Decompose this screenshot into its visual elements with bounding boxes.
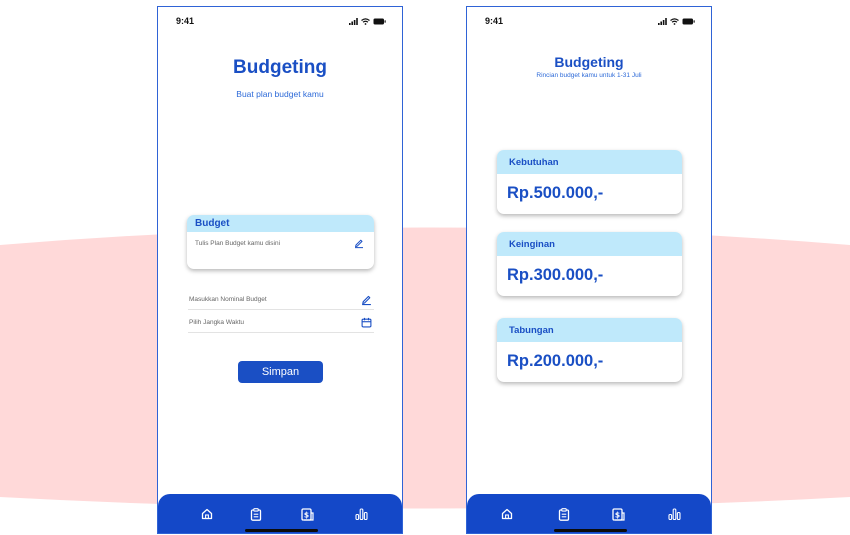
save-button[interactable]: Simpan bbox=[238, 361, 323, 383]
page-title: Budgeting bbox=[233, 57, 327, 78]
calendar-icon[interactable] bbox=[361, 317, 372, 328]
nav-money-button[interactable]: $ bbox=[608, 504, 628, 524]
status-icons bbox=[658, 17, 695, 25]
wifi-icon bbox=[670, 17, 679, 25]
budget-plan-card: Budget Tulis Plan Budget kamu disini bbox=[187, 215, 374, 269]
nav-clipboard-button[interactable] bbox=[554, 504, 574, 524]
budget-plan-input[interactable]: Tulis Plan Budget kamu disini bbox=[187, 232, 374, 249]
home-icon bbox=[501, 508, 513, 520]
bottom-nav: $ bbox=[158, 494, 402, 533]
svg-text:$: $ bbox=[614, 510, 619, 519]
category-label: Tabungan bbox=[497, 318, 682, 342]
time-period-field[interactable]: Pilih Jangka Waktu bbox=[188, 313, 374, 333]
page-title: Budgeting bbox=[554, 54, 624, 70]
category-amount: Rp.200.000,- bbox=[507, 352, 604, 370]
money-icon: $ bbox=[611, 507, 625, 521]
nav-money-button[interactable]: $ bbox=[297, 504, 317, 524]
signal-icon bbox=[658, 17, 667, 25]
phone-screen-budget-summary: 9:41 Budgeting Rincian budget kamu untuk… bbox=[466, 6, 712, 534]
svg-text:$: $ bbox=[303, 510, 308, 519]
chart-icon bbox=[354, 508, 368, 521]
page-subtitle: Buat plan budget kamu bbox=[236, 89, 324, 99]
bottom-nav: $ bbox=[467, 494, 711, 533]
category-amount: Rp.500.000,- bbox=[507, 184, 604, 202]
nav-chart-button[interactable] bbox=[351, 504, 371, 524]
category-amount: Rp.300.000,- bbox=[507, 266, 604, 284]
clipboard-icon bbox=[250, 507, 262, 521]
nominal-budget-placeholder: Masukkan Nominal Budget bbox=[189, 296, 267, 303]
chart-icon bbox=[667, 508, 681, 521]
status-time: 9:41 bbox=[176, 16, 195, 26]
category-card-kebutuhan[interactable]: Kebutuhan Rp.500.000,- bbox=[497, 150, 682, 214]
background-band bbox=[0, 227, 850, 509]
nav-home-button[interactable] bbox=[197, 504, 217, 524]
status-time: 9:41 bbox=[485, 16, 504, 26]
home-indicator bbox=[245, 529, 318, 532]
money-icon: $ bbox=[300, 507, 314, 521]
wifi-icon bbox=[361, 17, 370, 25]
page-subtitle: Rincian budget kamu untuk 1-31 Juli bbox=[536, 72, 642, 79]
battery-icon bbox=[682, 18, 695, 24]
signal-icon bbox=[349, 17, 358, 25]
category-label: Kebutuhan bbox=[497, 150, 682, 174]
home-indicator bbox=[554, 529, 627, 532]
category-card-tabungan[interactable]: Tabungan Rp.200.000,- bbox=[497, 318, 682, 382]
home-icon bbox=[201, 508, 213, 520]
nav-clipboard-button[interactable] bbox=[246, 504, 266, 524]
pencil-icon[interactable] bbox=[354, 238, 364, 249]
nav-home-button[interactable] bbox=[497, 504, 517, 524]
pencil-icon[interactable] bbox=[361, 294, 372, 306]
status-bar: 9:41 bbox=[158, 7, 402, 35]
category-label: Keinginan bbox=[497, 232, 682, 256]
clipboard-icon bbox=[558, 507, 570, 521]
nav-chart-button[interactable] bbox=[664, 504, 684, 524]
nominal-budget-field[interactable]: Masukkan Nominal Budget bbox=[188, 290, 374, 310]
category-card-keinginan[interactable]: Keinginan Rp.300.000,- bbox=[497, 232, 682, 296]
time-period-placeholder: Pilih Jangka Waktu bbox=[189, 319, 245, 326]
budget-plan-placeholder: Tulis Plan Budget kamu disini bbox=[195, 239, 281, 247]
phone-screen-create-budget: 9:41 Budgeting Buat plan budget kamu Bud… bbox=[157, 6, 403, 534]
battery-icon bbox=[373, 18, 386, 24]
status-icons bbox=[349, 17, 386, 25]
status-bar: 9:41 bbox=[467, 7, 711, 35]
budget-card-header: Budget bbox=[187, 215, 374, 232]
